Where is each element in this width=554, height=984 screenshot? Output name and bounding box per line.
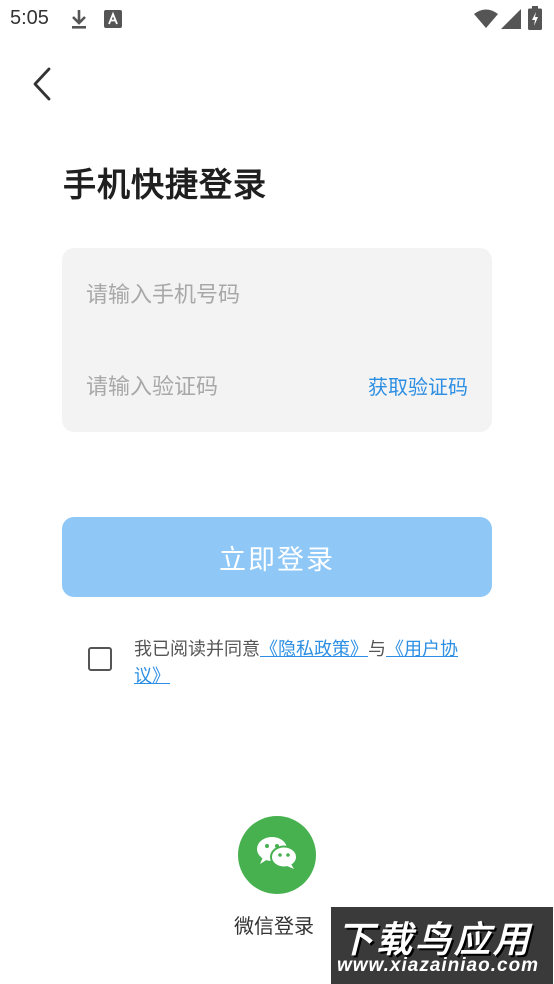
wechat-login-label: 微信登录 <box>234 914 314 938</box>
watermark-url: www.xiazainiao.com <box>337 955 540 976</box>
privacy-policy-link[interactable]: 《隐私政策》 <box>260 639 368 660</box>
chevron-left-icon <box>32 67 52 105</box>
get-code-button[interactable]: 获取验证码 <box>368 372 468 402</box>
agreement-text: 我已阅读并同意《隐私政策》与《用户协议》 <box>134 636 479 690</box>
status-time: 5:05 <box>10 7 49 29</box>
battery-icon <box>528 6 542 34</box>
wechat-icon <box>255 835 299 875</box>
agreement-connector: 与 <box>368 639 386 660</box>
login-button[interactable]: 立即登录 <box>62 517 492 597</box>
wechat-login-button[interactable] <box>238 816 316 894</box>
wifi-icon <box>474 9 498 33</box>
agreement-prefix: 我已阅读并同意 <box>134 639 260 660</box>
cellular-signal-icon <box>501 9 521 33</box>
watermark-logo: 下载鸟应用 www.xiazainiao.com <box>331 907 553 984</box>
download-icon <box>70 8 88 34</box>
agreement-checkbox[interactable] <box>88 647 112 671</box>
phone-input[interactable] <box>86 280 466 310</box>
page-title: 手机快捷登录 <box>63 165 267 204</box>
back-button[interactable] <box>24 66 60 106</box>
text-a-icon <box>104 10 122 32</box>
verification-code-input[interactable] <box>86 372 346 402</box>
login-form-card: 获取验证码 <box>62 248 492 432</box>
status-bar: 5:05 <box>0 0 554 38</box>
